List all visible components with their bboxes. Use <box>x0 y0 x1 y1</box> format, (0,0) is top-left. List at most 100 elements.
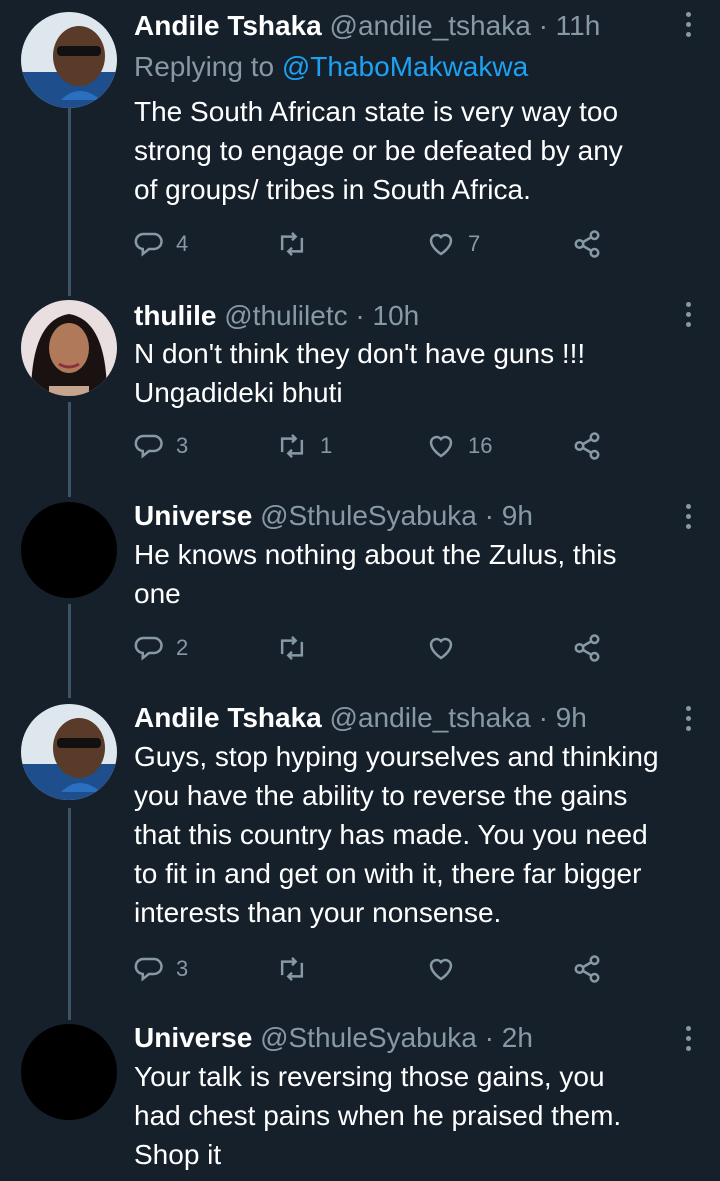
tweet-header: Andile Tshaka @andile_tshaka · 9h <box>134 700 587 736</box>
more-vertical-icon[interactable] <box>684 12 692 40</box>
display-name[interactable]: Andile Tshaka <box>134 10 322 41</box>
like-count: 7 <box>468 231 481 256</box>
retweet-icon <box>280 232 304 256</box>
tweet-actions: 3 <box>134 951 614 987</box>
tweet[interactable]: thulile @thuliletc · 10h N don't think t… <box>0 296 720 491</box>
display-name[interactable]: thulile <box>134 300 216 331</box>
reply-button[interactable]: 3 <box>134 428 188 464</box>
separator: · <box>538 702 548 733</box>
tweet-text-line: The South African state is very way too <box>134 96 619 127</box>
retweet-icon <box>280 434 304 458</box>
timestamp[interactable]: 11h <box>556 10 601 41</box>
share-icon <box>574 432 600 460</box>
reply-count: 3 <box>176 433 189 458</box>
display-name[interactable]: Universe <box>134 500 252 531</box>
like-button[interactable] <box>426 951 456 987</box>
tweet-header: Universe @SthuleSyabuka · 2h <box>134 1020 533 1056</box>
tweet-text-line: He knows nothing about the Zulus, this <box>134 539 617 570</box>
retweet-count: 1 <box>320 433 333 458</box>
tweet-text: Your talk is reversing those gains, you … <box>134 1057 704 1174</box>
reply-button[interactable]: 2 <box>134 630 188 666</box>
user-handle[interactable]: @andile_tshaka <box>330 10 531 41</box>
tweet-header: thulile @thuliletc · 10h <box>134 298 419 334</box>
tweet-header: Universe @SthuleSyabuka · 9h <box>134 498 533 534</box>
timestamp[interactable]: 9h <box>502 500 533 531</box>
tweet-text: The South African state is very way too … <box>134 92 704 209</box>
tweet-text-line: to fit in and get on with it, there far … <box>134 858 642 889</box>
retweet-button[interactable] <box>276 951 308 987</box>
display-name[interactable]: Universe <box>134 1022 252 1053</box>
like-button[interactable] <box>426 630 456 666</box>
heart-icon <box>429 637 453 660</box>
timestamp[interactable]: 10h <box>373 300 420 331</box>
retweet-button[interactable] <box>276 630 308 666</box>
reply-count: 4 <box>176 231 189 256</box>
tweet-text-line: Your talk is reversing those gains, you <box>134 1061 605 1092</box>
tweet-text-line: one <box>134 578 181 609</box>
more-vertical-icon[interactable] <box>684 504 692 532</box>
replying-to: Replying to @ThaboMakwakwa <box>134 49 528 85</box>
separator: · <box>484 1022 494 1053</box>
tweet-actions: 3 1 16 <box>134 428 614 464</box>
share-button[interactable] <box>572 951 602 987</box>
like-button[interactable]: 7 <box>426 226 480 262</box>
tweet-text-line: had chest pains when he praised them. <box>134 1100 622 1131</box>
tweet-text: He knows nothing about the Zulus, this o… <box>134 535 704 613</box>
tweet-text-line: Guys, stop hyping yourselves and thinkin… <box>134 741 659 772</box>
avatar[interactable] <box>21 300 117 396</box>
tweet[interactable]: Andile Tshaka @andile_tshaka · 9h Guys, … <box>0 700 720 1010</box>
display-name[interactable]: Andile Tshaka <box>134 702 322 733</box>
tweet-text-line: interests than your nonsense. <box>134 897 502 928</box>
user-handle[interactable]: @SthuleSyabuka <box>260 500 477 531</box>
retweet-icon <box>280 957 304 981</box>
timestamp[interactable]: 9h <box>556 702 587 733</box>
share-button[interactable] <box>572 630 602 666</box>
heart-icon <box>429 435 453 458</box>
reply-icon <box>134 232 163 257</box>
tweet[interactable]: Universe @SthuleSyabuka · 2h Your talk i… <box>0 1020 720 1181</box>
more-vertical-icon[interactable] <box>684 706 692 734</box>
reply-icon <box>134 636 163 661</box>
reply-count: 2 <box>176 635 189 660</box>
tweet-text-line: of groups/ tribes in South Africa. <box>134 174 531 205</box>
share-icon <box>574 634 600 662</box>
tweet-actions: 2 <box>134 630 614 666</box>
retweet-button[interactable]: 1 <box>276 428 332 464</box>
separator: · <box>355 300 365 331</box>
avatar[interactable] <box>21 12 117 108</box>
heart-icon <box>429 233 453 256</box>
timestamp[interactable]: 2h <box>502 1022 533 1053</box>
more-vertical-icon[interactable] <box>684 1026 692 1054</box>
user-handle[interactable]: @SthuleSyabuka <box>260 1022 477 1053</box>
tweet-text-line: strong to engage or be defeated by any <box>134 135 623 166</box>
tweet[interactable]: Universe @SthuleSyabuka · 9h He knows no… <box>0 498 720 693</box>
reply-button[interactable]: 3 <box>134 951 188 987</box>
replying-to-label: Replying to <box>134 51 275 82</box>
share-icon <box>574 230 600 258</box>
avatar[interactable] <box>21 1024 117 1120</box>
avatar[interactable] <box>21 704 117 800</box>
mention-link[interactable]: @ThaboMakwakwa <box>282 51 528 82</box>
like-count: 16 <box>468 433 493 458</box>
tweet-text-line: Shop it <box>134 1139 222 1170</box>
like-button[interactable]: 16 <box>426 428 492 464</box>
avatar[interactable] <box>21 502 117 598</box>
tweet-text-line: N don't think they don't have guns !!! <box>134 338 586 369</box>
more-vertical-icon[interactable] <box>684 302 692 330</box>
reply-icon <box>134 434 163 459</box>
tweet[interactable]: Andile Tshaka @andile_tshaka · 11h Reply… <box>0 0 720 285</box>
tweet-text-line: that this country has made. You you need <box>134 819 648 850</box>
share-icon <box>574 955 600 983</box>
separator: · <box>538 10 548 41</box>
tweet-header: Andile Tshaka @andile_tshaka · 11h <box>134 8 600 44</box>
share-button[interactable] <box>572 428 602 464</box>
user-handle[interactable]: @thuliletc <box>224 300 347 331</box>
reply-count: 3 <box>176 956 189 981</box>
share-button[interactable] <box>572 226 602 262</box>
user-handle[interactable]: @andile_tshaka <box>330 702 531 733</box>
retweet-icon <box>280 636 304 660</box>
heart-icon <box>429 958 453 981</box>
retweet-button[interactable] <box>276 226 308 262</box>
reply-icon <box>134 957 163 982</box>
reply-button[interactable]: 4 <box>134 226 188 262</box>
